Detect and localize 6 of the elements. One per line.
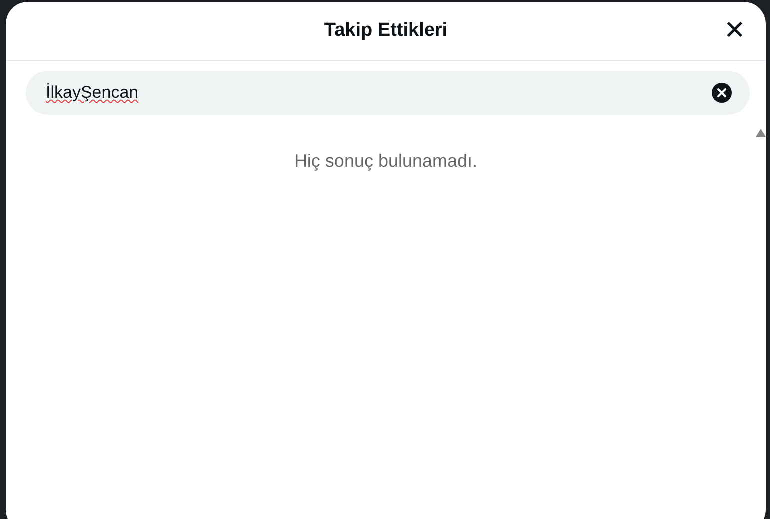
clear-icon[interactable] <box>712 83 732 103</box>
search-field[interactable]: İlkayŞencan <box>26 71 750 115</box>
close-button[interactable]: ✕ <box>720 12 750 48</box>
empty-message: Hiç sonuç bulunamadı. <box>293 151 479 172</box>
dialog-title: Takip Ettikleri <box>324 20 448 42</box>
scroll-up-icon[interactable] <box>756 129 766 137</box>
